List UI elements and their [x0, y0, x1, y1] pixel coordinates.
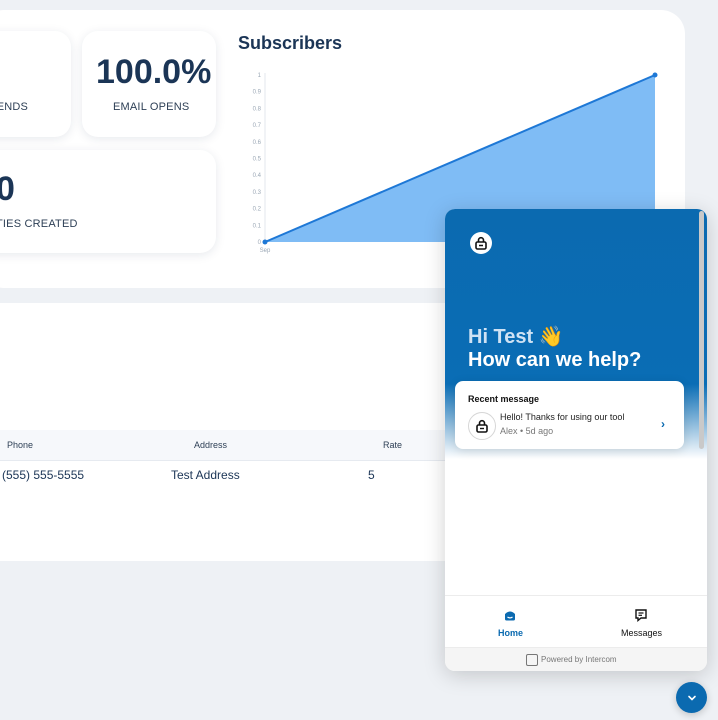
stat-value: 0	[0, 170, 15, 208]
home-icon	[505, 611, 515, 621]
stat-value: 100.0%	[96, 53, 212, 91]
widget-footer: Powered by Intercom	[445, 647, 707, 671]
intercom-icon	[526, 654, 538, 666]
stat-label: EMAIL OPENS	[113, 101, 190, 113]
y-tick-label: 0.8	[253, 106, 262, 112]
stat-card-email-opens: 100.0% EMAIL OPENS	[82, 31, 216, 137]
widget-greeting: Hi Test 👋	[468, 326, 564, 348]
recent-message-card[interactable]: Recent message Hello! Thanks for using o…	[455, 381, 684, 449]
cell-rate: 5	[368, 468, 375, 482]
column-header-address[interactable]: Address	[194, 440, 227, 450]
y-tick-label: 0.6	[253, 140, 262, 146]
avatar	[468, 412, 496, 440]
column-header-phone[interactable]: Phone	[7, 440, 33, 450]
lock-icon	[476, 419, 488, 433]
widget-hero: Hi Test 👋 How can we help? Recent messag…	[445, 209, 707, 459]
powered-by-text[interactable]: Powered by Intercom	[541, 655, 617, 664]
y-tick-label: 0.2	[253, 207, 262, 213]
widget-nav: Home Messages	[445, 595, 707, 648]
recent-message-meta: Alex • 5d ago	[500, 426, 554, 436]
widget-scrollbar[interactable]	[699, 211, 704, 449]
launcher-button[interactable]	[676, 682, 707, 713]
tab-messages-label: Messages	[620, 628, 663, 638]
stat-card-email-sends: 2 L SENDS	[0, 31, 71, 137]
column-header-rate[interactable]: Rate	[383, 440, 402, 450]
recent-message-text: Hello! Thanks for using our tool	[500, 412, 625, 422]
stat-label: L SENDS	[0, 101, 29, 113]
chevron-right-icon: ›	[661, 417, 665, 431]
intercom-widget: Hi Test 👋 How can we help? Recent messag…	[445, 209, 707, 671]
y-tick-label: 0.5	[253, 157, 262, 163]
cell-address: Test Address	[171, 468, 240, 482]
tab-home-label: Home	[497, 628, 523, 638]
y-tick-label: 1	[258, 73, 262, 79]
y-tick-label: 0	[258, 240, 262, 246]
tab-messages[interactable]: Messages	[576, 596, 707, 648]
widget-help-heading: How can we help?	[468, 349, 642, 371]
y-tick-label: 0.9	[253, 90, 262, 96]
recent-message-title: Recent message	[468, 394, 540, 404]
chart-title: Subscribers	[238, 33, 343, 53]
y-tick-label: 0.7	[253, 123, 262, 129]
y-tick-label: 0.4	[253, 173, 262, 179]
chevron-down-icon	[687, 695, 696, 701]
messages-icon	[635, 609, 647, 622]
stat-label: TIES CREATED	[0, 218, 78, 230]
cell-phone: (555) 555-5555	[2, 468, 85, 482]
y-tick-label: 0.1	[253, 223, 262, 229]
y-tick-label: 0.3	[253, 190, 262, 196]
x-tick-label: Sep	[260, 248, 271, 254]
tab-home[interactable]: Home	[445, 596, 576, 648]
stat-card-entities-created: 0 TIES CREATED	[0, 150, 216, 253]
lock-icon	[470, 232, 492, 254]
data-point	[262, 239, 268, 245]
data-point	[652, 72, 658, 78]
